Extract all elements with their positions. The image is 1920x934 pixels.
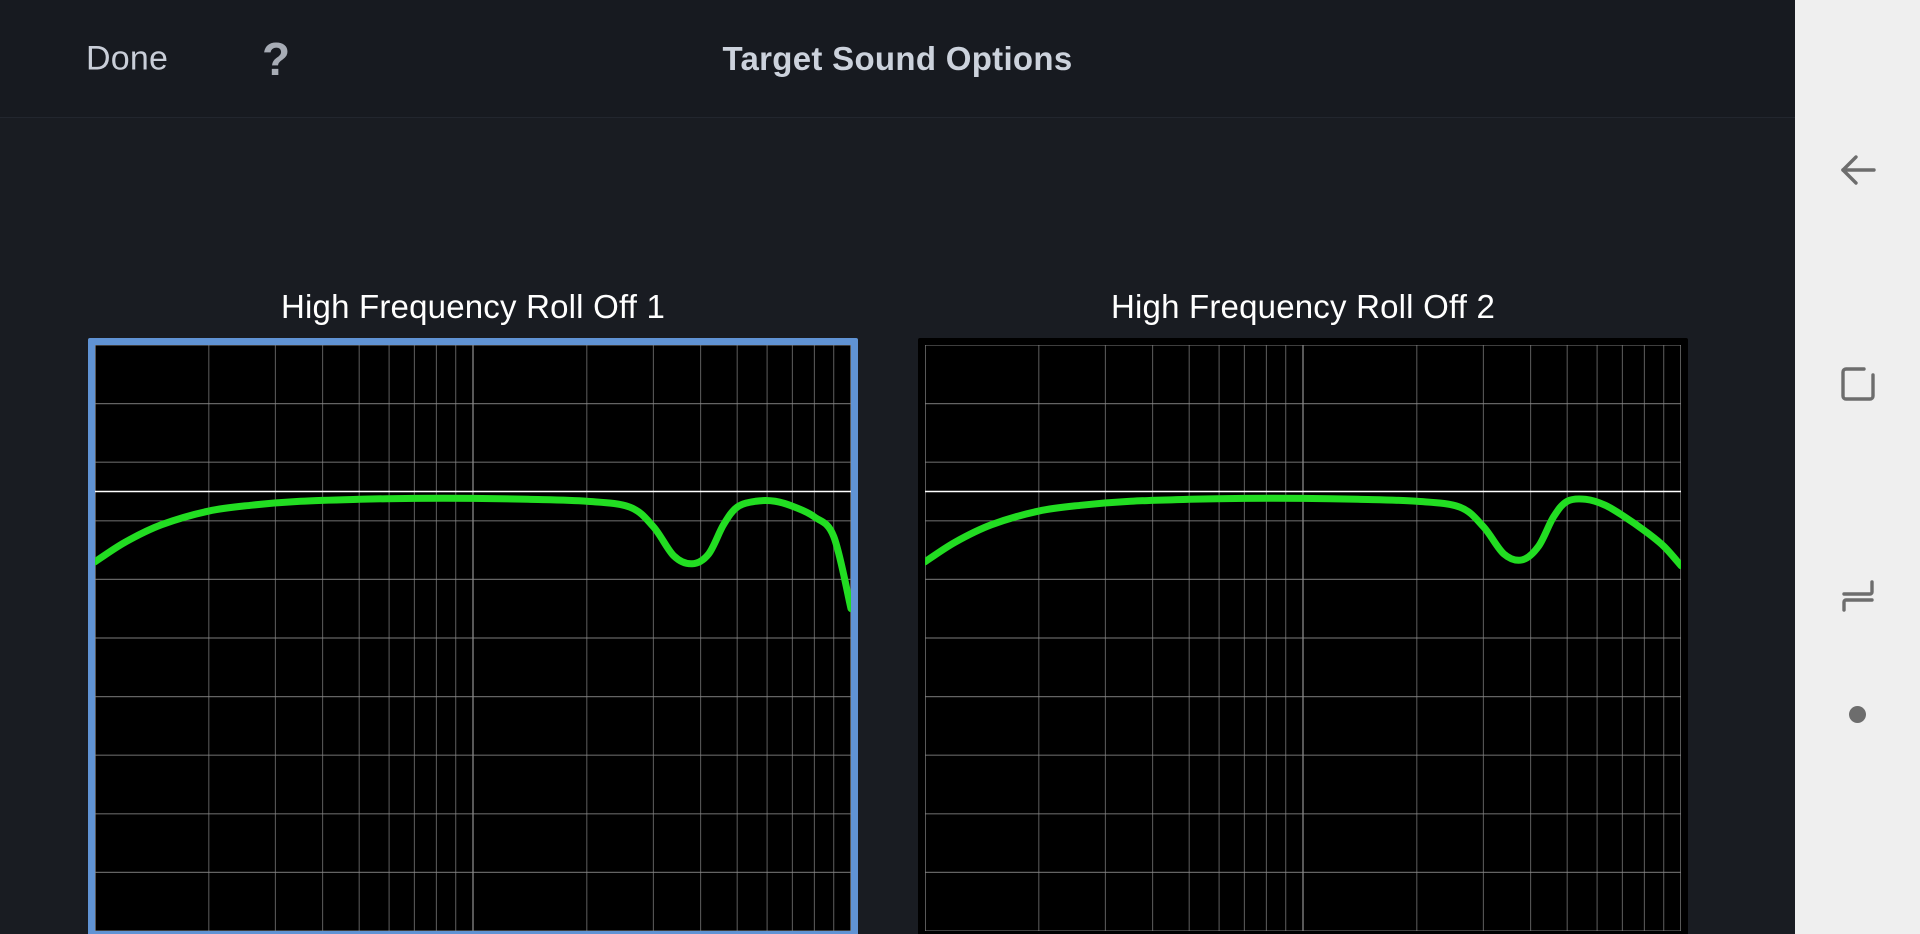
chart-card-high-frequency-roll-off-1[interactable]: High Frequency Roll Off 1 [58, 288, 888, 934]
chart-card-high-frequency-roll-off-2[interactable]: High Frequency Roll Off 2 [888, 288, 1718, 934]
chart-plot-2[interactable] [918, 338, 1688, 934]
navigation-indicator [1795, 666, 1920, 762]
grid-lines-1 [95, 345, 851, 931]
page-title: Target Sound Options [0, 40, 1795, 78]
app-root: Done ? Target Sound Options High Frequen… [0, 0, 1920, 934]
back-button[interactable] [1795, 122, 1920, 218]
content-area: High Frequency Roll Off 1 High Frequency… [0, 118, 1795, 934]
chart-plot-area-1 [95, 345, 851, 931]
chart-title-1: High Frequency Roll Off 1 [281, 288, 665, 326]
home-square-icon [1830, 356, 1886, 412]
dot-icon [1849, 706, 1866, 723]
frequency-response-graph-2 [925, 345, 1681, 931]
recents-icon [1830, 568, 1886, 624]
chart-title-2: High Frequency Roll Off 2 [1111, 288, 1495, 326]
frequency-response-graph-1 [95, 345, 851, 931]
app-screen: Done ? Target Sound Options High Frequen… [0, 0, 1795, 934]
back-arrow-icon [1830, 142, 1886, 198]
home-button[interactable] [1795, 336, 1920, 432]
header-bar: Done ? Target Sound Options [0, 0, 1795, 118]
recents-button[interactable] [1795, 548, 1920, 644]
grid-lines-2 [925, 345, 1681, 931]
chart-plot-1[interactable] [88, 338, 858, 934]
android-navigation-bar [1795, 0, 1920, 934]
chart-plot-area-2 [925, 345, 1681, 931]
